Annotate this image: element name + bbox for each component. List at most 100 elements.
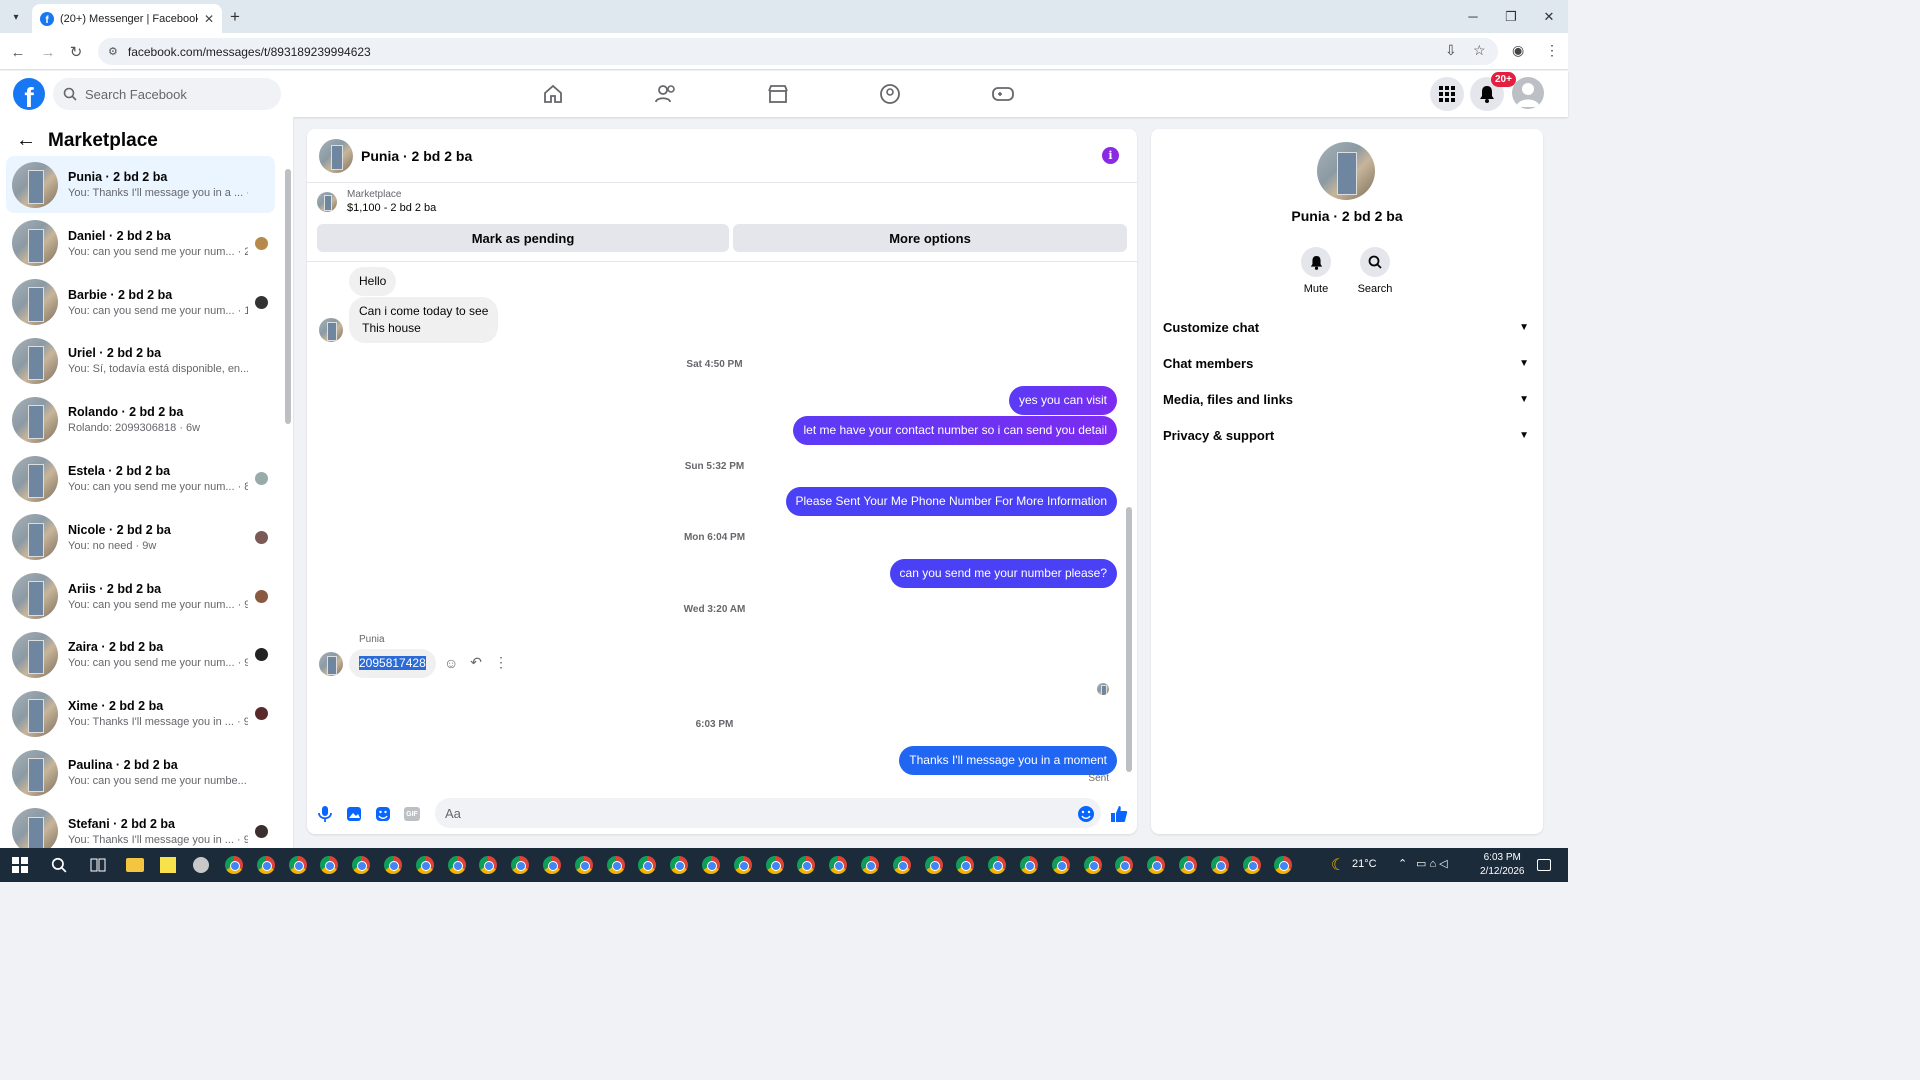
sender-avatar[interactable] (319, 318, 343, 342)
chrome-taskbar-icon[interactable] (923, 854, 945, 876)
reload-icon[interactable]: ↻ (66, 42, 86, 62)
more-options-button[interactable]: More options (733, 224, 1127, 252)
chrome-taskbar-icon[interactable] (795, 854, 817, 876)
chrome-taskbar-icon[interactable] (827, 854, 849, 876)
chrome-taskbar-icon[interactable] (700, 854, 722, 876)
minimize-icon[interactable]: ─ (1454, 0, 1492, 33)
chrome-taskbar-icon[interactable] (255, 854, 277, 876)
chrome-taskbar-icon[interactable] (477, 854, 499, 876)
sender-avatar[interactable] (319, 652, 343, 676)
weather-temp[interactable]: 21°C (1352, 858, 1377, 870)
sticker-icon[interactable] (373, 804, 393, 824)
privacy-support-section[interactable]: Privacy & support ▼ (1163, 420, 1529, 450)
marketplace-icon[interactable] (765, 81, 791, 107)
conversation-item[interactable]: Stefani · 2 bd 2 ba You: Thanks I'll mess… (6, 803, 275, 848)
tab-search-icon[interactable]: ▾ (6, 7, 26, 27)
site-info-icon[interactable]: ⚙ (108, 45, 118, 58)
conversation-item[interactable]: Paulina · 2 bd 2 ba You: can you send me … (6, 744, 275, 801)
browser-menu-icon[interactable]: ⋮ (1545, 42, 1559, 59)
tray-chevron-icon[interactable]: ⌃ (1398, 857, 1407, 870)
bookmark-star-icon[interactable]: ☆ (1473, 42, 1486, 59)
profile-icon[interactable]: ◉ (1512, 42, 1524, 59)
menu-grid-icon[interactable] (1430, 77, 1464, 111)
chrome-taskbar-icon[interactable] (1272, 854, 1294, 876)
chrome-taskbar-icon[interactable] (668, 854, 690, 876)
chat-title[interactable]: Punia · 2 bd 2 ba (361, 148, 472, 164)
weather-moon-icon[interactable]: ☾ (1327, 854, 1349, 876)
conversation-item[interactable]: Barbie · 2 bd 2 ba You: can you send me y… (6, 274, 275, 331)
taskbar-search-icon[interactable] (48, 854, 70, 876)
chat-members-section[interactable]: Chat members ▼ (1163, 348, 1529, 378)
browser-tab[interactable]: f (20+) Messenger | Facebook ✕ (32, 4, 222, 33)
chrome-taskbar-icon[interactable] (446, 854, 468, 876)
incoming-message[interactable]: Can i come today to see This house (349, 297, 499, 343)
url-field[interactable]: ⚙ facebook.com/messages/t/89318923999462… (98, 38, 1498, 65)
windows-start-icon[interactable] (9, 854, 31, 876)
chrome-taskbar-icon[interactable] (1082, 854, 1104, 876)
reply-icon[interactable]: ↶ (470, 654, 482, 671)
listing-info[interactable]: Marketplace $1,100 - 2 bd 2 ba (317, 189, 436, 214)
chrome-taskbar-icon[interactable] (891, 854, 913, 876)
incoming-message[interactable]: 2095817428 (349, 649, 436, 678)
chrome-taskbar-icon[interactable] (859, 854, 881, 876)
search-in-chat-button[interactable]: Search (1345, 247, 1405, 295)
new-tab-icon[interactable]: + (230, 7, 240, 27)
chrome-taskbar-icon[interactable] (1177, 854, 1199, 876)
chrome-taskbar-icon[interactable] (1241, 854, 1263, 876)
chrome-taskbar-icon[interactable] (350, 854, 372, 876)
microphone-icon[interactable] (315, 804, 335, 824)
chrome-taskbar-icon[interactable] (764, 854, 786, 876)
chat-scrollbar[interactable] (1126, 507, 1132, 772)
more-actions-icon[interactable]: ⋮ (494, 654, 508, 671)
file-explorer-icon[interactable] (124, 854, 146, 876)
tray-icons[interactable]: ▭ ⌂ ◁ (1416, 857, 1448, 870)
contact-avatar[interactable] (1317, 142, 1375, 200)
chrome-taskbar-icon[interactable] (541, 854, 563, 876)
chrome-taskbar-icon[interactable] (636, 854, 658, 876)
groups-icon[interactable] (877, 81, 903, 107)
account-avatar[interactable] (1512, 77, 1544, 109)
outgoing-message[interactable]: yes you can visit (1008, 386, 1117, 415)
task-view-icon[interactable] (87, 854, 109, 876)
chrome-taskbar-icon[interactable] (223, 854, 245, 876)
mute-button[interactable]: Mute (1286, 247, 1346, 295)
home-icon[interactable] (540, 81, 566, 107)
conversation-item[interactable]: Xime · 2 bd 2 ba You: Thanks I'll message… (6, 685, 275, 742)
facebook-search[interactable]: Search Facebook (53, 78, 281, 110)
chrome-taskbar-icon[interactable] (732, 854, 754, 876)
emoji-icon[interactable] (1076, 804, 1096, 824)
chrome-taskbar-icon[interactable] (1209, 854, 1231, 876)
outgoing-message[interactable]: Please Sent Your Me Phone Number For Mor… (785, 487, 1117, 516)
chrome-taskbar-icon[interactable] (986, 854, 1008, 876)
customize-chat-section[interactable]: Customize chat ▼ (1163, 312, 1529, 342)
gaming-icon[interactable] (990, 81, 1016, 107)
install-app-icon[interactable]: ⇩ (1445, 42, 1457, 59)
conversation-item[interactable]: Uriel · 2 bd 2 ba You: Sí, todavía está d… (6, 332, 275, 389)
outgoing-message[interactable]: Thanks I'll message you in a moment (899, 746, 1117, 775)
chrome-taskbar-icon[interactable] (287, 854, 309, 876)
chrome-taskbar-icon[interactable] (573, 854, 595, 876)
chrome-taskbar-icon[interactable] (1113, 854, 1135, 876)
conversation-item[interactable]: Zaira · 2 bd 2 ba You: can you send me yo… (6, 626, 275, 683)
conversation-item[interactable]: Daniel · 2 bd 2 ba You: can you send me y… (6, 215, 275, 272)
chrome-taskbar-icon[interactable] (414, 854, 436, 876)
phone-number-text[interactable]: 2095817428 (359, 656, 426, 670)
outgoing-message[interactable]: can you send me your number please? (889, 559, 1117, 588)
like-thumb-icon[interactable] (1109, 804, 1129, 824)
react-emoji-icon[interactable]: ☺ (444, 655, 458, 671)
friends-icon[interactable] (653, 81, 679, 107)
conversation-item[interactable]: Rolando · 2 bd 2 ba Rolando: 2099306818 ·… (6, 391, 275, 448)
outgoing-message[interactable]: let me have your contact number so i can… (793, 416, 1117, 445)
clock[interactable]: 6:03 PM 2/12/2026 (1480, 851, 1525, 879)
conversation-item[interactable]: Nicole · 2 bd 2 ba You: no need · 9w (6, 509, 275, 566)
notification-center-icon[interactable] (1533, 854, 1555, 876)
conversation-item[interactable]: Punia · 2 bd 2 ba You: Thanks I'll messag… (6, 156, 275, 213)
media-files-links-section[interactable]: Media, files and links ▼ (1163, 384, 1529, 414)
tab-close-icon[interactable]: ✕ (204, 12, 214, 26)
chrome-taskbar-icon[interactable] (1018, 854, 1040, 876)
conversation-list-scrollbar[interactable] (285, 169, 291, 424)
photo-icon[interactable] (344, 804, 364, 824)
message-input[interactable]: Aa (435, 798, 1101, 828)
conversation-item[interactable]: Estela · 2 bd 2 ba You: can you send me y… (6, 450, 275, 507)
chrome-taskbar-icon[interactable] (1050, 854, 1072, 876)
